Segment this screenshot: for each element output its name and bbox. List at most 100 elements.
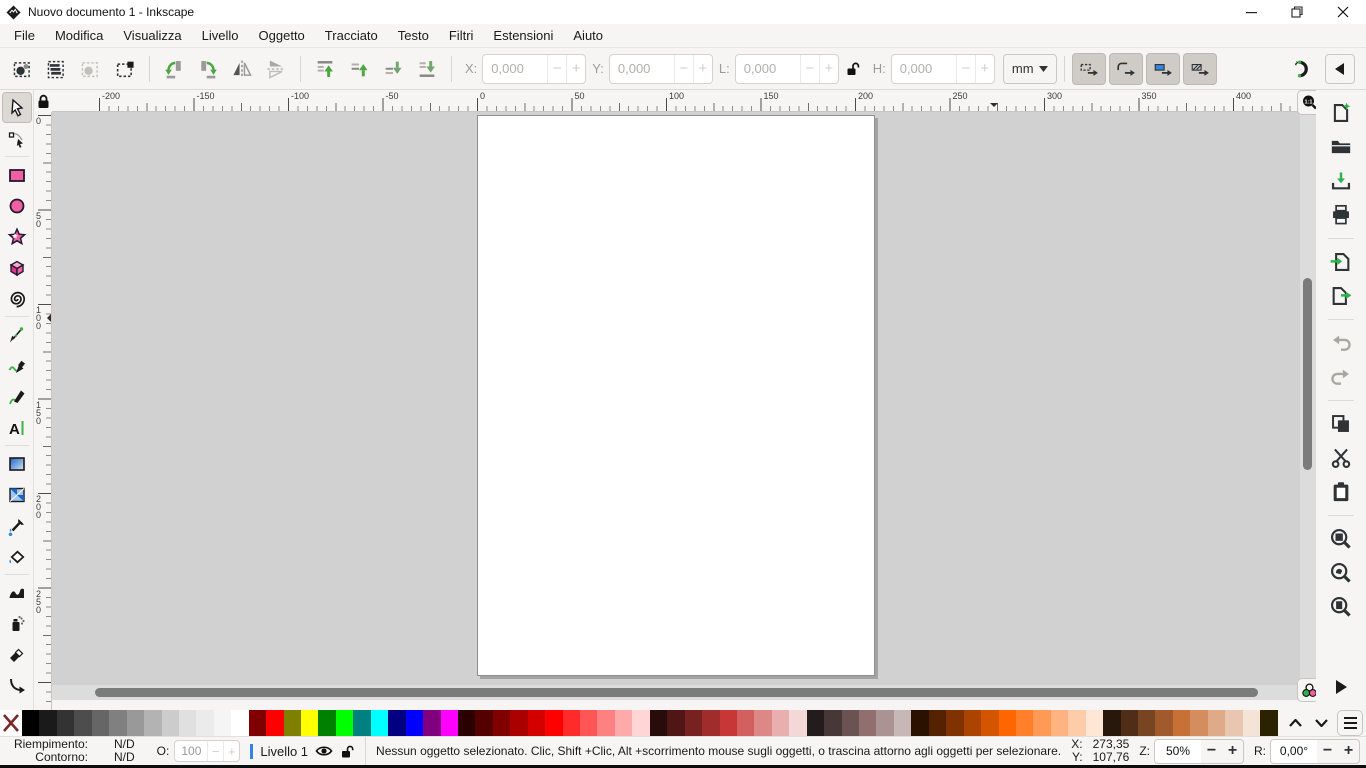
new-document-button[interactable] xyxy=(1330,102,1352,124)
menu-filtri[interactable]: Filtri xyxy=(439,25,484,46)
menu-oggetto[interactable]: Oggetto xyxy=(249,25,315,46)
expand-snap-button[interactable] xyxy=(1336,680,1347,694)
tool-eraser[interactable] xyxy=(2,639,32,670)
palette-swatch[interactable] xyxy=(388,710,405,736)
flip-vertical-button[interactable] xyxy=(259,52,293,86)
rotation-input[interactable]: 0,00° xyxy=(1271,740,1317,763)
menu-file[interactable]: File xyxy=(4,25,45,46)
width-increment[interactable]: + xyxy=(819,55,838,83)
palette-swatch[interactable] xyxy=(946,710,963,736)
paste-button[interactable] xyxy=(1330,481,1352,503)
menu-testo[interactable]: Testo xyxy=(388,25,439,46)
palette-swatch[interactable] xyxy=(685,710,702,736)
palette-swatch[interactable] xyxy=(493,710,510,736)
tool-rectangle[interactable] xyxy=(2,159,32,190)
lower-button[interactable] xyxy=(376,52,410,86)
palette-swatch[interactable] xyxy=(510,710,527,736)
maximize-button[interactable] xyxy=(1274,0,1320,24)
horizontal-scrollbar-thumb[interactable] xyxy=(95,688,1258,697)
x-decrement[interactable]: − xyxy=(547,55,566,83)
lock-ratio-button[interactable] xyxy=(839,52,867,86)
move-gradients-toggle[interactable] xyxy=(1146,53,1180,85)
opacity-input[interactable]: 100−+ xyxy=(174,740,240,762)
tool-pencil[interactable] xyxy=(2,350,32,381)
collapse-commands-button[interactable] xyxy=(1325,54,1355,84)
palette-swatch[interactable] xyxy=(999,710,1016,736)
palette-swatch[interactable] xyxy=(650,710,667,736)
tool-spiral[interactable] xyxy=(2,283,32,314)
y-increment[interactable]: + xyxy=(693,55,712,83)
tool-dropper[interactable] xyxy=(2,510,32,541)
palette-swatch[interactable] xyxy=(1190,710,1207,736)
palette-swatch[interactable] xyxy=(179,710,196,736)
y-decrement[interactable]: − xyxy=(674,55,693,83)
palette-swatch[interactable] xyxy=(528,710,545,736)
palette-swatch[interactable] xyxy=(545,710,562,736)
palette-swatch[interactable] xyxy=(1051,710,1068,736)
print-button[interactable] xyxy=(1330,204,1352,226)
canvas[interactable] xyxy=(52,112,1300,700)
palette-swatch[interactable] xyxy=(423,710,440,736)
flip-horizontal-button[interactable] xyxy=(225,52,259,86)
palette-swatch[interactable] xyxy=(127,710,144,736)
tool-selector[interactable] xyxy=(2,92,32,123)
width-input[interactable]: 0,000−+ xyxy=(735,54,839,84)
palette-scroll-up-button[interactable] xyxy=(1282,710,1308,736)
tool-gradient[interactable] xyxy=(2,448,32,479)
palette-swatch[interactable] xyxy=(22,710,39,736)
palette-swatch[interactable] xyxy=(580,710,597,736)
selection-bbox-button[interactable] xyxy=(108,52,142,86)
guides-lock-button[interactable] xyxy=(34,90,52,112)
tool-3d-box[interactable] xyxy=(2,252,32,283)
export-button[interactable] xyxy=(1330,285,1352,307)
palette-swatch[interactable] xyxy=(807,710,824,736)
palette-swatch[interactable] xyxy=(615,710,632,736)
palette-swatch[interactable] xyxy=(1225,710,1242,736)
palette-swatch[interactable] xyxy=(1086,710,1103,736)
lower-to-bottom-button[interactable] xyxy=(410,52,444,86)
palette-swatch[interactable] xyxy=(301,710,318,736)
y-input[interactable]: 0,000−+ xyxy=(609,54,713,84)
palette-swatch[interactable] xyxy=(1260,710,1277,736)
tool-connector[interactable] xyxy=(2,670,32,701)
raise-to-top-button[interactable] xyxy=(308,52,342,86)
palette-swatch[interactable] xyxy=(441,710,458,736)
zoom-decrement[interactable]: − xyxy=(1201,740,1222,763)
horizontal-ruler[interactable]: -200-150-100-50050100150200250300350400 xyxy=(52,90,1300,112)
tool-spray[interactable] xyxy=(2,608,32,639)
opacity-decrement[interactable]: − xyxy=(207,741,223,761)
width-decrement[interactable]: − xyxy=(800,55,819,83)
menu-visualizza[interactable]: Visualizza xyxy=(113,25,191,46)
opacity-increment[interactable]: + xyxy=(223,741,239,761)
palette-swatch[interactable] xyxy=(92,710,109,736)
tool-ellipse[interactable] xyxy=(2,190,32,221)
zoom-increment[interactable]: + xyxy=(1222,740,1243,763)
palette-swatch[interactable] xyxy=(231,710,248,736)
height-increment[interactable]: + xyxy=(975,55,994,83)
palette-swatch[interactable] xyxy=(737,710,754,736)
minimize-button[interactable] xyxy=(1228,0,1274,24)
palette-swatch[interactable] xyxy=(1155,710,1172,736)
tool-star[interactable] xyxy=(2,221,32,252)
palette-swatch[interactable] xyxy=(1173,710,1190,736)
palette-swatch[interactable] xyxy=(702,710,719,736)
palette-swatch[interactable] xyxy=(667,710,684,736)
palette-swatch[interactable] xyxy=(632,710,649,736)
menu-tracciato[interactable]: Tracciato xyxy=(315,25,388,46)
palette-swatch[interactable] xyxy=(406,710,423,736)
save-document-button[interactable] xyxy=(1330,170,1352,192)
height-decrement[interactable]: − xyxy=(956,55,975,83)
palette-swatch[interactable] xyxy=(981,710,998,736)
palette-swatch[interactable] xyxy=(57,710,74,736)
zoom-input[interactable]: 50% xyxy=(1155,740,1201,763)
palette-swatch[interactable] xyxy=(162,710,179,736)
palette-swatch[interactable] xyxy=(249,710,266,736)
horizontal-scrollbar[interactable] xyxy=(52,685,1300,700)
palette-swatch[interactable] xyxy=(109,710,126,736)
rotate-ccw-button[interactable] xyxy=(157,52,191,86)
palette-swatch[interactable] xyxy=(720,710,737,736)
zoom-selection-button[interactable] xyxy=(1330,528,1352,550)
tool-node-editor[interactable] xyxy=(2,123,32,154)
rotation-increment[interactable]: + xyxy=(1338,740,1359,763)
palette-swatch[interactable] xyxy=(772,710,789,736)
